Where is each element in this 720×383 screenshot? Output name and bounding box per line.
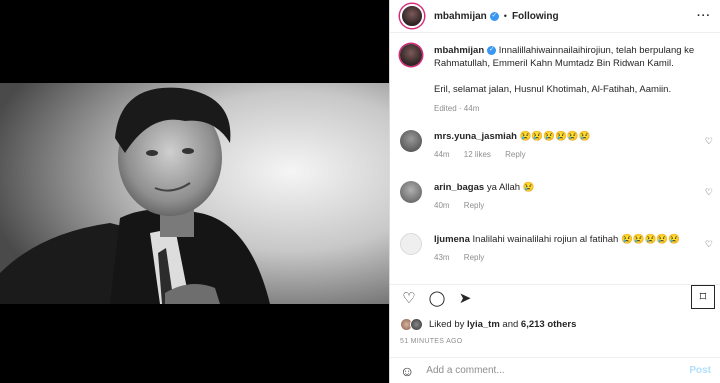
comment: mrs.yuna_jasmiah 😢😢😢😢😢😢 44m 12 likes Rep… [400,130,715,159]
caption-meta: Edited · 44m [434,104,480,113]
comment-text: Inalilahi wainalilahi rojiun al fatihah … [472,234,681,245]
comment-text: 😢😢😢😢😢😢 [519,131,591,142]
likes-summary: Liked by lyia_tm and 6,213 others [400,318,576,331]
comment-like-heart-icon[interactable]: ♡ [705,187,713,198]
post-timestamp: 51 MINUTES AGO [400,338,463,345]
comment-username[interactable]: ljumena [434,234,470,245]
comment-time: 44m [434,150,450,159]
caption-avatar[interactable] [400,44,422,66]
comment: arin_bagas ya Allah 😢 40m Reply ♡ [400,181,715,210]
commenter-avatar[interactable] [400,233,422,255]
liked-by-label: Liked by [429,319,465,330]
verified-badge-icon: ✓ [487,45,497,55]
comment-text: ya Allah 😢 [486,182,535,193]
comment-username[interactable]: mrs.yuna_jasmiah [434,131,517,142]
bookmark-icon[interactable]: ⌑ [691,285,715,309]
comment-likes[interactable]: 12 likes [464,150,491,159]
comment-input[interactable] [426,365,647,376]
heart-icon[interactable]: ♡ [400,289,418,307]
comment: ljumena Inalilahi wainalilahi rojiun al … [400,233,715,262]
author-username[interactable]: mbahmijan [434,11,487,22]
post-details-panel: mbahmijan ✓ • Following ··· mbahmijan ✓ I… [389,0,720,383]
caption-username[interactable]: mbahmijan [434,45,484,56]
more-options-icon[interactable]: ··· [697,10,711,22]
comment-username[interactable]: arin_bagas [434,182,484,193]
reply-button[interactable]: Reply [464,201,484,210]
caption-text-2: Eril, selamat jalan, Husnul Khotimah, Al… [434,84,672,95]
comments-section[interactable]: mbahmijan ✓ Innalillahiwainnailaihirojiun… [390,34,720,284]
liked-by-user[interactable]: lyia_tm [467,319,500,330]
author-avatar[interactable] [400,4,424,28]
comment-like-heart-icon[interactable]: ♡ [705,239,713,250]
verified-badge-icon: ✓ [489,11,499,21]
likes-and: and [502,319,519,330]
add-comment-bar: ☺ Post [390,357,720,383]
following-button[interactable]: Following [512,11,559,22]
comment-time: 43m [434,253,450,262]
reply-button[interactable]: Reply [464,253,484,262]
commenter-avatar[interactable] [400,130,422,152]
post-header: mbahmijan ✓ • Following ··· [390,0,720,33]
emoji-icon[interactable]: ☺ [400,363,414,379]
comment-like-heart-icon[interactable]: ♡ [705,136,713,147]
likes-others-count[interactable]: 6,213 others [521,319,576,330]
comment-icon[interactable]: ◯ [428,289,446,307]
liker-avatar[interactable] [410,318,423,331]
reply-button[interactable]: Reply [505,150,525,159]
caption: mbahmijan ✓ Innalillahiwainnailaihirojiun… [400,44,715,115]
action-bar: ♡ ◯ ➤ ⌑ Liked by lyia_tm and 6,213 other… [390,284,720,345]
post-photo[interactable] [0,83,389,304]
comment-time: 40m [434,201,450,210]
portrait-illustration [0,83,389,304]
separator-dot: • [503,11,507,21]
post-comment-button[interactable]: Post [689,365,711,376]
share-icon[interactable]: ➤ [456,289,474,307]
commenter-avatar[interactable] [400,181,422,203]
post-media-panel [0,0,389,383]
